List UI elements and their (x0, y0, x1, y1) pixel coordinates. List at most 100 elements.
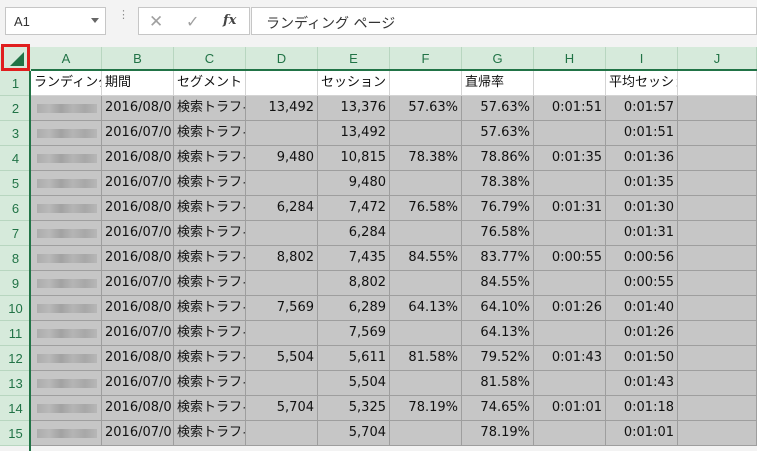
cell-i15[interactable]: 0:01:01 (606, 421, 678, 446)
cell-c8[interactable]: 検索トラフィック (174, 246, 246, 271)
cell-i12[interactable]: 0:01:50 (606, 346, 678, 371)
column-header-f[interactable]: F (390, 47, 462, 71)
cell-j5[interactable] (678, 171, 757, 196)
cell-a14[interactable] (31, 396, 102, 421)
cell-i4[interactable]: 0:01:36 (606, 146, 678, 171)
cell-h15[interactable] (534, 421, 606, 446)
cell-f8[interactable]: 84.55% (390, 246, 462, 271)
cell-g9[interactable]: 84.55% (462, 271, 534, 296)
cell-e2[interactable]: 13,376 (318, 96, 390, 121)
row-header-12[interactable]: 12 (0, 346, 31, 371)
cell-g1[interactable]: 直帰率 (462, 71, 534, 96)
cell-e14[interactable]: 5,325 (318, 396, 390, 421)
column-header-a[interactable]: A (31, 47, 102, 71)
cell-b2[interactable]: 2016/08/01 (102, 96, 174, 121)
cell-f13[interactable] (390, 371, 462, 396)
cell-c5[interactable]: 検索トラフィック (174, 171, 246, 196)
cell-c15[interactable]: 検索トラフィック (174, 421, 246, 446)
cell-a12[interactable] (31, 346, 102, 371)
row-header-5[interactable]: 5 (0, 171, 31, 196)
cell-e1[interactable]: セッション (318, 71, 390, 96)
cell-f3[interactable] (390, 121, 462, 146)
cell-i1[interactable]: 平均セッション時間 (606, 71, 678, 96)
cell-c6[interactable]: 検索トラフィック (174, 196, 246, 221)
cell-h14[interactable]: 0:01:01 (534, 396, 606, 421)
row-header-1[interactable]: 1 (0, 71, 31, 96)
cell-b9[interactable]: 2016/07/01 (102, 271, 174, 296)
column-header-g[interactable]: G (462, 47, 534, 71)
cell-a15[interactable] (31, 421, 102, 446)
more-dots-icon[interactable]: ⋮ (118, 9, 129, 28)
row-header-3[interactable]: 3 (0, 121, 31, 146)
row-header-11[interactable]: 11 (0, 321, 31, 346)
cell-g7[interactable]: 76.58% (462, 221, 534, 246)
cell-i9[interactable]: 0:00:55 (606, 271, 678, 296)
cell-f14[interactable]: 78.19% (390, 396, 462, 421)
cell-i11[interactable]: 0:01:26 (606, 321, 678, 346)
column-header-i[interactable]: I (606, 47, 678, 71)
cell-h4[interactable]: 0:01:35 (534, 146, 606, 171)
cell-g14[interactable]: 74.65% (462, 396, 534, 421)
cell-j1[interactable] (678, 71, 757, 96)
cell-b6[interactable]: 2016/08/01 (102, 196, 174, 221)
cell-f15[interactable] (390, 421, 462, 446)
cell-b13[interactable]: 2016/07/01 (102, 371, 174, 396)
cell-j7[interactable] (678, 221, 757, 246)
cell-g4[interactable]: 78.86% (462, 146, 534, 171)
cell-i13[interactable]: 0:01:43 (606, 371, 678, 396)
cell-d9[interactable] (246, 271, 318, 296)
cell-g6[interactable]: 76.79% (462, 196, 534, 221)
cell-e15[interactable]: 5,704 (318, 421, 390, 446)
cell-f12[interactable]: 81.58% (390, 346, 462, 371)
cell-j3[interactable] (678, 121, 757, 146)
cell-b14[interactable]: 2016/08/01 (102, 396, 174, 421)
cell-e13[interactable]: 5,504 (318, 371, 390, 396)
cell-i10[interactable]: 0:01:40 (606, 296, 678, 321)
cell-b4[interactable]: 2016/08/01 (102, 146, 174, 171)
cell-f1[interactable] (390, 71, 462, 96)
cell-i14[interactable]: 0:01:18 (606, 396, 678, 421)
cell-a11[interactable] (31, 321, 102, 346)
cell-b3[interactable]: 2016/07/01 (102, 121, 174, 146)
cell-d14[interactable]: 5,704 (246, 396, 318, 421)
cell-a1[interactable]: ランディング ページ (31, 71, 102, 96)
cell-f11[interactable] (390, 321, 462, 346)
cell-d8[interactable]: 8,802 (246, 246, 318, 271)
enter-check-icon[interactable]: ✓ (186, 12, 199, 31)
row-header-14[interactable]: 14 (0, 396, 31, 421)
cell-g12[interactable]: 79.52% (462, 346, 534, 371)
cell-h12[interactable]: 0:01:43 (534, 346, 606, 371)
cell-a7[interactable] (31, 221, 102, 246)
cell-e10[interactable]: 6,289 (318, 296, 390, 321)
cancel-icon[interactable]: ✕ (149, 12, 163, 32)
cell-c14[interactable]: 検索トラフィック (174, 396, 246, 421)
cell-h8[interactable]: 0:00:55 (534, 246, 606, 271)
cell-b10[interactable]: 2016/08/01 (102, 296, 174, 321)
cell-d6[interactable]: 6,284 (246, 196, 318, 221)
cell-j13[interactable] (678, 371, 757, 396)
row-header-13[interactable]: 13 (0, 371, 31, 396)
cell-a5[interactable] (31, 171, 102, 196)
cell-h13[interactable] (534, 371, 606, 396)
cell-h5[interactable] (534, 171, 606, 196)
cell-f4[interactable]: 78.38% (390, 146, 462, 171)
cell-j8[interactable] (678, 246, 757, 271)
cell-d15[interactable] (246, 421, 318, 446)
column-header-e[interactable]: E (318, 47, 390, 71)
cell-g10[interactable]: 64.10% (462, 296, 534, 321)
cell-c9[interactable]: 検索トラフィック (174, 271, 246, 296)
row-header-2[interactable]: 2 (0, 96, 31, 121)
cell-g11[interactable]: 64.13% (462, 321, 534, 346)
column-header-j[interactable]: J (678, 47, 757, 71)
cell-i5[interactable]: 0:01:35 (606, 171, 678, 196)
cell-e9[interactable]: 8,802 (318, 271, 390, 296)
cell-h6[interactable]: 0:01:31 (534, 196, 606, 221)
cell-c12[interactable]: 検索トラフィック (174, 346, 246, 371)
cell-e7[interactable]: 6,284 (318, 221, 390, 246)
cell-a3[interactable] (31, 121, 102, 146)
cell-j11[interactable] (678, 321, 757, 346)
cell-f5[interactable] (390, 171, 462, 196)
cell-a2[interactable] (31, 96, 102, 121)
insert-function-icon[interactable]: fx (223, 13, 236, 28)
cell-b5[interactable]: 2016/07/01 (102, 171, 174, 196)
